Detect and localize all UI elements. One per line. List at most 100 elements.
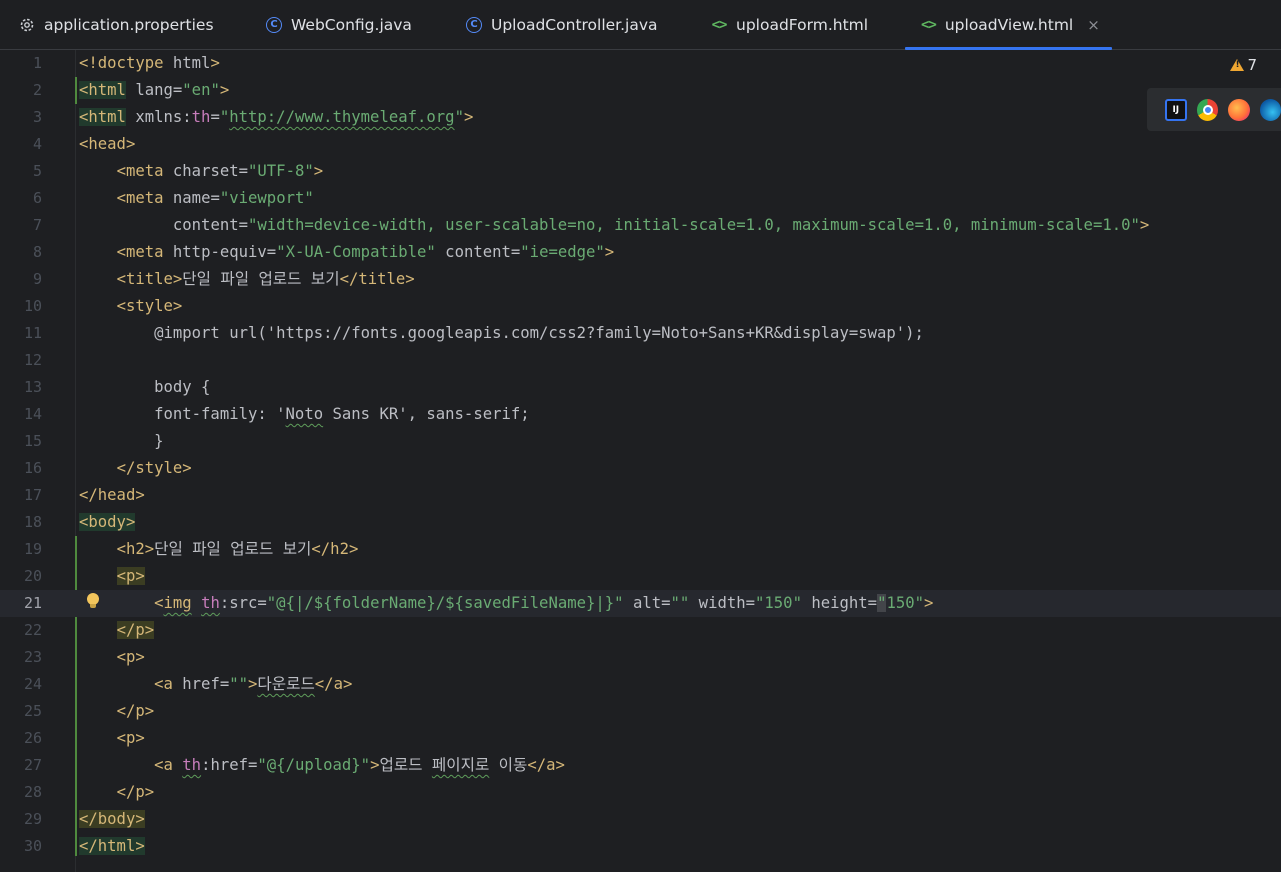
code-token: <a [154, 675, 173, 693]
code-line[interactable]: 6 <meta name="viewport" [0, 185, 1281, 212]
line-number[interactable]: 7 [0, 212, 42, 239]
code-token: <body> [79, 513, 136, 531]
code-line[interactable]: 2 <html lang="en"> [0, 77, 1281, 104]
code-text: font-family: 'Noto Sans KR', sans-serif; [79, 401, 530, 428]
code-token: <meta [116, 189, 164, 207]
code-line[interactable]: 23 <p> [0, 644, 1281, 671]
code-line[interactable]: 22 </p> [0, 617, 1281, 644]
tab-application-properties[interactable]: application.properties [19, 0, 214, 49]
browser-preview-panel: IJ [1147, 88, 1281, 131]
code-token: > [1139, 216, 1150, 234]
code-line[interactable]: 26 <p> [0, 725, 1281, 752]
code-token: "width=device-width, user-scalable=no, i… [248, 216, 1140, 234]
tab-webconfig-java[interactable]: C WebConfig.java [266, 0, 412, 49]
line-number[interactable]: 24 [0, 671, 42, 698]
code-line[interactable]: 21 <img th:src="@{|/${folderName}/${save… [0, 590, 1281, 617]
code-line[interactable]: 12 [0, 347, 1281, 374]
code-text: <a th:href="@{/upload}">업로드 페이지로 이동</a> [79, 752, 565, 779]
java-class-icon: C [266, 16, 282, 33]
line-number[interactable]: 13 [0, 374, 42, 401]
code-token: font-family: ' [79, 405, 286, 423]
code-text: </p> [79, 617, 155, 644]
line-number[interactable]: 29 [0, 806, 42, 833]
code-token: @import url('https://fonts.googleapis.co… [79, 324, 924, 342]
code-line[interactable]: 9 <title>단일 파일 업로드 보기</title> [0, 266, 1281, 293]
code-token: 50" [895, 594, 925, 612]
close-tab-icon[interactable]: × [1087, 16, 1100, 34]
line-number[interactable]: 17 [0, 482, 42, 509]
code-line[interactable]: 15 } [0, 428, 1281, 455]
line-number[interactable]: 16 [0, 455, 42, 482]
code-text: <style> [79, 293, 183, 320]
code-token: body { [79, 378, 211, 396]
code-line[interactable]: 11 @import url('https://fonts.googleapis… [0, 320, 1281, 347]
code-line[interactable]: 17 </head> [0, 482, 1281, 509]
code-token: > [313, 162, 324, 180]
code-line[interactable]: 29 </body> [0, 806, 1281, 833]
tab-uploadcontroller-java[interactable]: C UploadController.java [466, 0, 658, 49]
line-number[interactable]: 4 [0, 131, 42, 158]
line-number[interactable]: 8 [0, 239, 42, 266]
line-number[interactable]: 19 [0, 536, 42, 563]
code-text: <body> [79, 509, 136, 536]
line-number[interactable]: 14 [0, 401, 42, 428]
tab-uploadform-html[interactable]: <> uploadForm.html [711, 0, 869, 49]
code-line[interactable]: 8 <meta http-equiv="X-UA-Compatible" con… [0, 239, 1281, 266]
line-number[interactable]: 26 [0, 725, 42, 752]
code-token: "@{|/${folderName}/${savedFileName}|}" [266, 594, 624, 612]
line-number[interactable]: 28 [0, 779, 42, 806]
code-token: > [248, 675, 258, 693]
line-number[interactable]: 10 [0, 293, 42, 320]
code-token: <meta [116, 162, 164, 180]
line-number[interactable]: 25 [0, 698, 42, 725]
code-line[interactable]: 20 <p> [0, 563, 1281, 590]
code-line[interactable]: 10 <style> [0, 293, 1281, 320]
line-number[interactable]: 6 [0, 185, 42, 212]
code-line[interactable]: 28 </p> [0, 779, 1281, 806]
tab-uploadview-html[interactable]: <> uploadView.html × [905, 0, 1112, 50]
line-number[interactable]: 18 [0, 509, 42, 536]
firefox-icon[interactable] [1228, 98, 1250, 121]
line-number[interactable]: 2 [0, 77, 42, 104]
code-line[interactable]: 30 </html> [0, 833, 1281, 860]
code-line[interactable]: 3 <html xmlns:th="http://www.thymeleaf.or… [0, 104, 1281, 131]
code-line[interactable]: 19 <h2>단일 파일 업로드 보기</h2> [0, 536, 1281, 563]
line-number[interactable]: 11 [0, 320, 42, 347]
line-number[interactable]: 21 [0, 590, 42, 617]
code-line[interactable]: 7 content="width=device-width, user-scal… [0, 212, 1281, 239]
code-line[interactable]: 4 <head> [0, 131, 1281, 158]
code-line[interactable]: 16 </style> [0, 455, 1281, 482]
line-number[interactable]: 30 [0, 833, 42, 860]
code-line[interactable]: 18 <body> [0, 509, 1281, 536]
code-line[interactable]: 25 </p> [0, 698, 1281, 725]
line-number[interactable]: 12 [0, 347, 42, 374]
intellij-icon[interactable]: IJ [1165, 98, 1187, 121]
chrome-icon[interactable] [1196, 98, 1219, 121]
line-number[interactable]: 22 [0, 617, 42, 644]
code-token: 단일 파일 업로드 보기 [154, 540, 312, 558]
code-token: charset= [163, 162, 249, 180]
code-token: " [454, 108, 464, 126]
code-line[interactable]: 24 <a href="">다운로드</a> [0, 671, 1281, 698]
code-token: <html [79, 108, 126, 126]
line-number[interactable]: 23 [0, 644, 42, 671]
code-text: <meta name="viewport" [79, 185, 314, 212]
line-number[interactable]: 15 [0, 428, 42, 455]
code-line[interactable]: 5 <meta charset="UTF-8"> [0, 158, 1281, 185]
inspection-widget[interactable]: 7 [1230, 56, 1257, 74]
line-number[interactable]: 27 [0, 752, 42, 779]
code-line[interactable]: 27 <a th:href="@{/upload}">업로드 페이지로 이동</… [0, 752, 1281, 779]
line-number[interactable]: 9 [0, 266, 42, 293]
line-number[interactable]: 3 [0, 104, 42, 131]
code-line[interactable]: 13 body { [0, 374, 1281, 401]
line-number[interactable]: 1 [0, 50, 42, 77]
warning-icon [1230, 59, 1245, 71]
line-number[interactable]: 5 [0, 158, 42, 185]
code-line[interactable]: 14 font-family: 'Noto Sans KR', sans-ser… [0, 401, 1281, 428]
line-number[interactable]: 20 [0, 563, 42, 590]
code-line[interactable]: 1 <!doctype html> [0, 50, 1281, 77]
edge-icon[interactable] [1259, 98, 1281, 121]
